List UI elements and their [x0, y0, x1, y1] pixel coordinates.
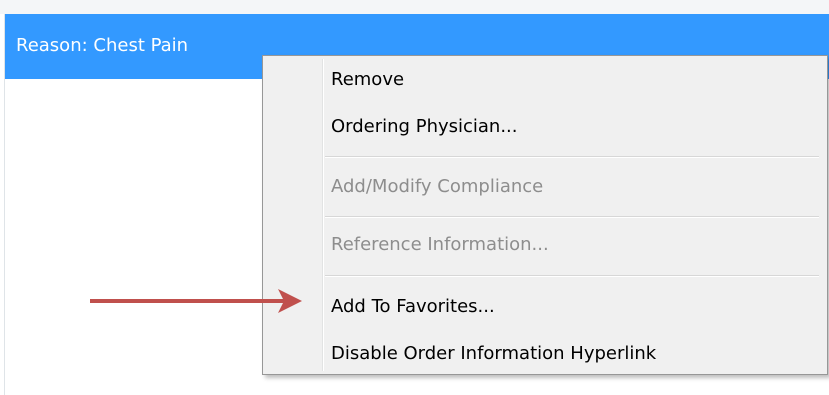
- menu-icon-gutter-divider-highlight: [323, 59, 324, 371]
- menu-separator: [325, 156, 819, 158]
- context-menu: Remove Ordering Physician... Add/Modify …: [262, 55, 828, 375]
- menu-item-remove[interactable]: Remove: [331, 60, 404, 100]
- menu-item-reference-information[interactable]: Reference Information...: [331, 225, 549, 265]
- app-window: Reason: Chest Pain Remove Ordering Physi…: [0, 0, 829, 395]
- menu-item-ordering-physician[interactable]: Ordering Physician...: [331, 107, 518, 147]
- top-strip: [0, 0, 829, 14]
- selected-order-row-label: Reason: Chest Pain: [16, 35, 189, 56]
- menu-separator: [325, 216, 819, 218]
- menu-item-add-modify-compliance[interactable]: Add/Modify Compliance: [331, 167, 543, 207]
- menu-separator: [325, 275, 819, 277]
- menu-item-add-to-favorites[interactable]: Add To Favorites...: [331, 287, 495, 327]
- annotation-arrow-icon: [90, 289, 302, 313]
- menu-item-disable-order-information-hyperlink[interactable]: Disable Order Information Hyperlink: [331, 334, 656, 374]
